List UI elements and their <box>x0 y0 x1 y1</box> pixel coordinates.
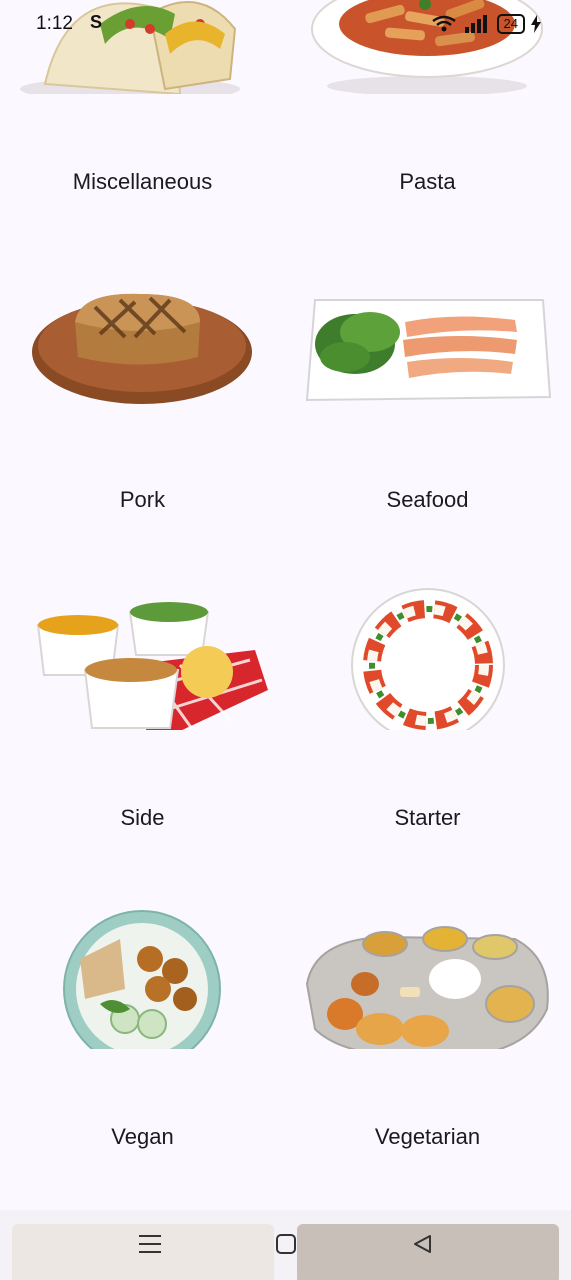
caprese-image <box>285 500 570 742</box>
wifi-icon <box>431 15 456 32</box>
category-side[interactable]: Side <box>0 500 285 830</box>
charging-icon <box>531 15 541 33</box>
category-starter[interactable]: Starter <box>285 500 570 830</box>
side-dishes-image <box>0 500 285 745</box>
battery-indicator: 24 <box>496 14 525 34</box>
signal-icon <box>464 15 487 33</box>
vegan-bowl-image <box>0 819 285 1068</box>
status-time: 1:12 <box>36 13 73 34</box>
status-bar: 1:12 S 24 <box>0 0 571 50</box>
menu-icon[interactable] <box>130 1224 170 1264</box>
category-label: Vegetarian <box>374 1124 481 1149</box>
category-seafood[interactable]: Seafood <box>285 182 570 512</box>
back-triangle-icon[interactable] <box>402 1224 442 1264</box>
status-icons: 24 <box>431 14 541 34</box>
category-grid: Miscellaneous Pasta Pork Seafood Side St… <box>0 0 571 1210</box>
carrier-icon: S <box>90 12 103 32</box>
category-vegan[interactable]: Vegan <box>0 819 285 1149</box>
thali-image <box>285 819 570 1059</box>
category-pork[interactable]: Pork <box>0 182 285 512</box>
home-square-icon[interactable] <box>266 1224 306 1264</box>
category-label: Vegan <box>111 1124 174 1149</box>
salmon-plate-image <box>285 182 570 412</box>
category-vegetarian[interactable]: Vegetarian <box>285 819 570 1149</box>
pork-steak-image <box>0 182 285 412</box>
